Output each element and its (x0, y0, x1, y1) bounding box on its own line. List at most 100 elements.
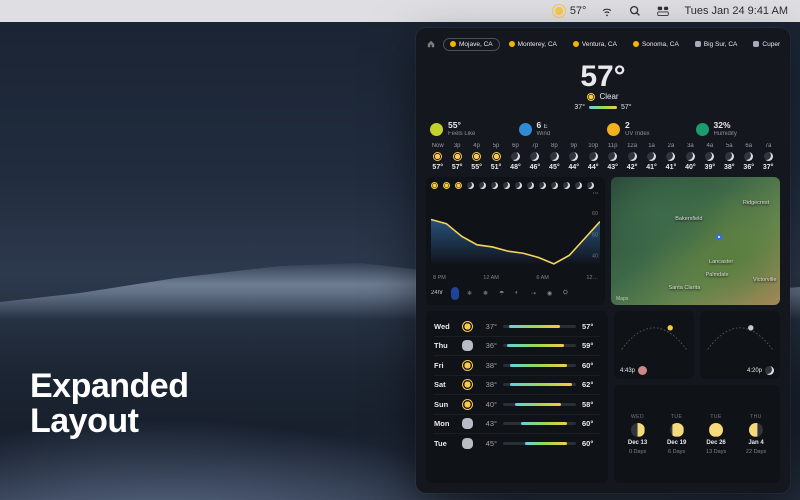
day-range-bar (503, 364, 576, 367)
night-icon (479, 182, 486, 189)
location-tab[interactable]: Sonoma, CA (626, 38, 686, 51)
hour-label: Now (432, 143, 444, 149)
moonrise-card[interactable]: 4:20p (700, 311, 780, 379)
chart-metric-icon[interactable]: ⇢ (531, 290, 539, 298)
search-icon[interactable] (628, 4, 642, 18)
hour-temp: 39° (705, 164, 716, 171)
daily-row[interactable]: Mon43°60° (434, 415, 600, 435)
moon-phase: THUJan 422 Days (746, 414, 766, 455)
chart-metric-icon[interactable]: ◉ (547, 290, 555, 298)
cloud-icon (753, 41, 759, 47)
day-low: 38° (479, 380, 497, 389)
moon-phases[interactable]: WEDDec 130 DaysTUEDec 196 DaysTUEDec 261… (614, 385, 780, 483)
hour-label: 8p (551, 143, 558, 149)
location-tab[interactable]: Ventura, CA (566, 38, 624, 51)
moon-phase: WEDDec 130 Days (628, 414, 647, 455)
stat-uv[interactable]: 2 UV Index (607, 121, 688, 137)
chart-toolbar[interactable]: 24hr ❄ ❅ ☂ ◐ ⇢ ◉ ⛭ (431, 287, 600, 300)
night-icon (647, 152, 656, 161)
stat-row: 55° Feels Like 6 EWind 2 UV Index 32% Humid… (426, 117, 780, 137)
chart-metric-icon[interactable]: ❅ (483, 290, 491, 298)
hourly-column: 12a42° (622, 143, 641, 171)
tab-label: Sonoma, CA (642, 41, 679, 48)
sunset-card[interactable]: 4:43p (614, 311, 694, 379)
sun-icon (462, 360, 473, 371)
chart-xlabels: 8 PM12 AM6 AM12… (431, 275, 600, 281)
person-icon (638, 366, 647, 375)
phase-sub: 22 Days (746, 449, 766, 455)
night-icon (589, 152, 598, 161)
hour-label: 3a (687, 143, 694, 149)
chart-metric-icon[interactable]: ☂ (499, 290, 507, 298)
wifi-icon[interactable] (600, 4, 614, 18)
hero-line2: Layout (30, 404, 188, 440)
night-icon (550, 152, 559, 161)
night-icon (511, 152, 520, 161)
stat-humidity[interactable]: 32% Humidity (696, 121, 777, 137)
hourly-forecast[interactable]: Now57°3p57°4p55°5p51°6p48°7p46°8p45°9p44… (426, 143, 780, 171)
hero-title: Expanded Layout (30, 369, 188, 440)
stat-label: UV Index (625, 131, 650, 138)
temp-range: 37° 57° (426, 104, 780, 111)
chart-metric-icon[interactable]: ⛭ (563, 290, 571, 298)
day-high: 60° (582, 361, 600, 370)
day-high: 60° (582, 419, 600, 428)
hour-temp: 48° (510, 164, 521, 171)
hero-line1: Expanded (30, 369, 188, 405)
stat-label: Humidity (714, 131, 737, 138)
phase-weekday: TUE (671, 414, 683, 420)
range-high: 57° (621, 104, 632, 111)
daily-row[interactable]: Tue45°60° (434, 434, 600, 454)
weather-map[interactable]: BakersfieldRidgecrestLancasterPalmdaleVi… (611, 177, 780, 305)
day-label: Fri (434, 361, 456, 370)
moon-icon (631, 423, 645, 437)
phase-weekday: TUE (710, 414, 722, 420)
chart-xlabel: 12 AM (483, 275, 499, 281)
current-condition: Clear (426, 92, 780, 101)
hour-label: 6a (745, 143, 752, 149)
daily-row[interactable]: Thu36°59° (434, 337, 600, 357)
day-low: 37° (479, 322, 497, 331)
hour-label: 5p (493, 143, 500, 149)
sun-icon (462, 321, 473, 332)
location-tab[interactable]: Cupertino, CA (746, 38, 780, 51)
current-conditions: 57° Clear 37° 57° (426, 58, 780, 111)
daily-forecast[interactable]: Wed37°57°Thu36°59°Fri38°60°Sat38°62°Sun4… (426, 311, 608, 483)
chart-24hr-button[interactable]: 24hr (431, 290, 443, 298)
sun-icon (450, 41, 456, 47)
stat-feelslike[interactable]: 55° Feels Like (430, 121, 511, 137)
condition-text: Clear (599, 92, 618, 101)
control-center-icon[interactable] (656, 4, 670, 18)
range-bar (589, 106, 617, 109)
daily-row[interactable]: Sat38°62° (434, 376, 600, 396)
daily-row[interactable]: Fri38°60° (434, 356, 600, 376)
menubar-weather[interactable]: 57° (552, 4, 587, 18)
location-tab[interactable]: Big Sur, CA (688, 38, 745, 51)
location-tab[interactable]: Monterey, CA (502, 38, 564, 51)
sun-icon (633, 41, 639, 47)
chart-metric-temp[interactable] (451, 287, 459, 300)
day-label: Sat (434, 380, 456, 389)
home-icon[interactable] (426, 40, 436, 48)
day-label: Mon (434, 419, 456, 428)
phase-sub: 13 Days (706, 449, 726, 455)
chart-metric-icon[interactable]: ◐ (515, 290, 523, 298)
chart-metric-icon[interactable]: ❄ (467, 290, 475, 298)
daily-row[interactable]: Sun40°58° (434, 395, 600, 415)
hour-temp: 37° (763, 164, 774, 171)
stat-wind[interactable]: 6 EWind (519, 121, 600, 137)
night-icon (503, 182, 510, 189)
daily-row[interactable]: Wed37°57° (434, 317, 600, 337)
hourly-column: 6a36° (739, 143, 758, 171)
hour-temp: 55° (471, 164, 482, 171)
menubar-clock[interactable]: Tues Jan 24 9:41 AM (684, 5, 788, 17)
hourly-column: Now57° (428, 143, 447, 171)
day-label: Wed (434, 322, 456, 331)
location-tab[interactable]: Mojave, CA (443, 38, 500, 51)
stat-label: Wind (537, 131, 551, 138)
night-icon (527, 182, 534, 189)
hour-label: 4a (707, 143, 714, 149)
hourly-column: 11p43° (603, 143, 622, 171)
sun-icon (431, 182, 438, 189)
hourly-chart[interactable]: 70605040 8 PM12 AM6 AM12… 24hr ❄ ❅ ☂ ◐ ⇢… (426, 177, 605, 305)
